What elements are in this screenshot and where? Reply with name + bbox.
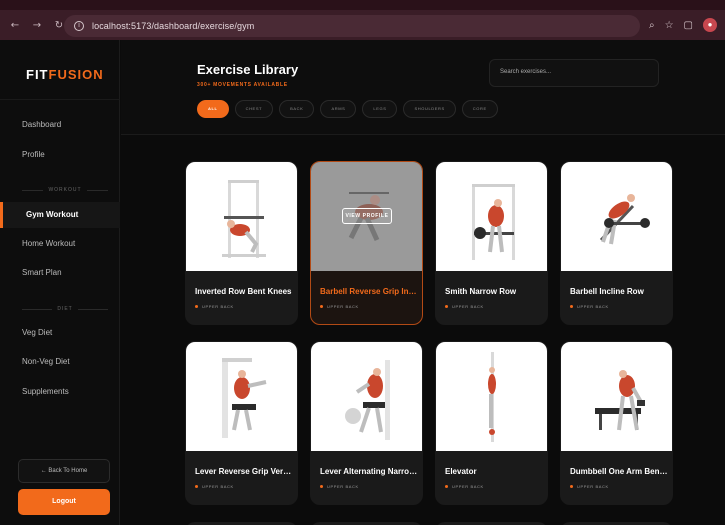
bookmark-star-icon[interactable]: ☆ [665, 20, 674, 31]
address-bar[interactable]: i localhost:5173/dashboard/exercise/gym [64, 15, 640, 37]
sidebar-item-supplements[interactable]: Supplements [0, 379, 120, 405]
exercise-name: Dumbbell One Arm Bent-O... [570, 467, 668, 476]
logo-divider [0, 99, 120, 100]
filter-chips: ALL CHEST BACK ARMS LEGS SHOULDERS CORE [197, 100, 498, 118]
page-subtitle: 300+ MOVEMENTS AVAILABLE [197, 82, 288, 88]
exercise-grid: Inverted Row Bent Knees UPPER BACK VIEW … [121, 136, 725, 525]
exercise-name: Inverted Row Bent Knees [195, 287, 292, 296]
exercise-tag: UPPER BACK [320, 304, 359, 309]
exercise-image [186, 342, 297, 451]
filter-chip-back[interactable]: BACK [279, 100, 315, 118]
exercise-name: Elevator [445, 467, 477, 476]
exercise-card[interactable]: Smith Narrow Row UPPER BACK [435, 161, 548, 325]
exercise-name: Lever Reverse Grip Vertical... [195, 467, 293, 476]
tag-dot-icon [445, 305, 448, 308]
sidebar-item-smart-plan[interactable]: Smart Plan [0, 260, 120, 286]
search-placeholder: Search exercises... [500, 69, 552, 75]
exercise-name: Lever Alternating Narrow ... [320, 467, 418, 476]
section-workout: WORKOUT [22, 185, 109, 195]
back-to-home-button[interactable]: ← Back To Home [18, 459, 110, 483]
exercise-tag: UPPER BACK [195, 484, 234, 489]
url-text: localhost:5173/dashboard/exercise/gym [92, 21, 255, 31]
site-info-icon[interactable]: i [74, 21, 84, 31]
exercise-card[interactable]: Dumbbell One Arm Bent-O... UPPER BACK [560, 341, 673, 505]
filter-chip-legs[interactable]: LEGS [362, 100, 398, 118]
exercise-card[interactable]: Lever Alternating Narrow ... UPPER BACK [310, 341, 423, 505]
tag-dot-icon [195, 305, 198, 308]
section-label: WORKOUT [48, 187, 82, 193]
exercise-name: Barbell Incline Row [570, 287, 644, 296]
sidebar-item-profile[interactable]: Profile [0, 142, 120, 168]
page-header: Exercise Library 300+ MOVEMENTS AVAILABL… [121, 40, 725, 135]
browser-chrome: ← → ↻ i localhost:5173/dashboard/exercis… [0, 0, 725, 40]
exercise-tag-label: UPPER BACK [202, 304, 234, 309]
exercise-tag-label: UPPER BACK [327, 484, 359, 489]
filter-chip-all[interactable]: ALL [197, 100, 229, 118]
forward-arrow-icon[interactable]: → [30, 19, 44, 33]
profile-avatar-icon[interactable]: ● [703, 18, 717, 32]
zoom-icon[interactable]: ⌕ [649, 20, 655, 31]
exercise-tag-label: UPPER BACK [452, 484, 484, 489]
exercise-image [311, 342, 422, 451]
brand-part-1: FIT [26, 67, 49, 82]
exercise-card[interactable]: Elevator UPPER BACK [435, 341, 548, 505]
filter-chip-shoulders[interactable]: SHOULDERS [403, 100, 456, 118]
sidebar-item-home-workout[interactable]: Home Workout [0, 231, 120, 257]
exercise-image [436, 342, 547, 451]
tag-dot-icon [445, 485, 448, 488]
exercise-tag: UPPER BACK [445, 304, 484, 309]
exercise-image [561, 162, 672, 271]
browser-toolbar: ← → ↻ i localhost:5173/dashboard/exercis… [0, 14, 725, 38]
section-label: DIET [57, 306, 73, 312]
exercise-tag: UPPER BACK [445, 484, 484, 489]
tag-dot-icon [570, 485, 573, 488]
logout-button[interactable]: Logout [18, 489, 110, 515]
exercise-card[interactable]: Barbell Incline Row UPPER BACK [560, 161, 673, 325]
view-profile-button[interactable]: VIEW PROFILE [342, 208, 392, 224]
exercise-card[interactable]: Lever Reverse Grip Vertical... UPPER BAC… [185, 341, 298, 505]
exercise-tag-label: UPPER BACK [452, 304, 484, 309]
sidebar-item-dashboard[interactable]: Dashboard [0, 112, 120, 138]
exercise-name: Smith Narrow Row [445, 287, 517, 296]
tag-dot-icon [320, 305, 323, 308]
exercise-tag: UPPER BACK [570, 304, 609, 309]
exercise-tag: UPPER BACK [570, 484, 609, 489]
exercise-image [186, 162, 297, 271]
sidebar-item-veg-diet[interactable]: Veg Diet [0, 320, 120, 346]
tag-dot-icon [320, 485, 323, 488]
page-title: Exercise Library [197, 62, 299, 77]
sidebar-item-gym-workout[interactable]: Gym Workout [0, 202, 120, 228]
exercise-image [436, 162, 547, 271]
filter-chip-core[interactable]: CORE [461, 100, 498, 118]
exercise-tag-label: UPPER BACK [577, 484, 609, 489]
exercise-card[interactable]: Inverted Row Bent Knees UPPER BACK [185, 161, 298, 325]
search-input[interactable]: Search exercises... [489, 59, 659, 87]
exercise-tag: UPPER BACK [195, 304, 234, 309]
brand-part-2: FUSION [48, 67, 104, 82]
sidebar: FITFUSION Dashboard Profile WORKOUT Gym … [0, 40, 120, 525]
exercise-card[interactable]: VIEW PROFILE Barbell Reverse Grip Inclin… [310, 161, 423, 325]
exercise-name: Barbell Reverse Grip Inclin... [320, 287, 418, 296]
exercise-tag-label: UPPER BACK [327, 304, 359, 309]
exercise-tag-label: UPPER BACK [202, 484, 234, 489]
filter-chip-chest[interactable]: CHEST [234, 100, 274, 118]
tag-dot-icon [570, 305, 573, 308]
brand-logo[interactable]: FITFUSION [26, 67, 104, 82]
exercise-image [561, 342, 672, 451]
exercise-tag: UPPER BACK [320, 484, 359, 489]
sidebar-item-non-veg-diet[interactable]: Non-Veg Diet [0, 349, 120, 375]
extensions-icon[interactable]: ▢ [684, 20, 693, 31]
tab-strip [0, 0, 725, 10]
back-arrow-icon[interactable]: ← [8, 19, 22, 33]
exercise-tag-label: UPPER BACK [577, 304, 609, 309]
filter-chip-arms[interactable]: ARMS [320, 100, 357, 118]
tag-dot-icon [195, 485, 198, 488]
section-diet: DIET [22, 304, 109, 314]
